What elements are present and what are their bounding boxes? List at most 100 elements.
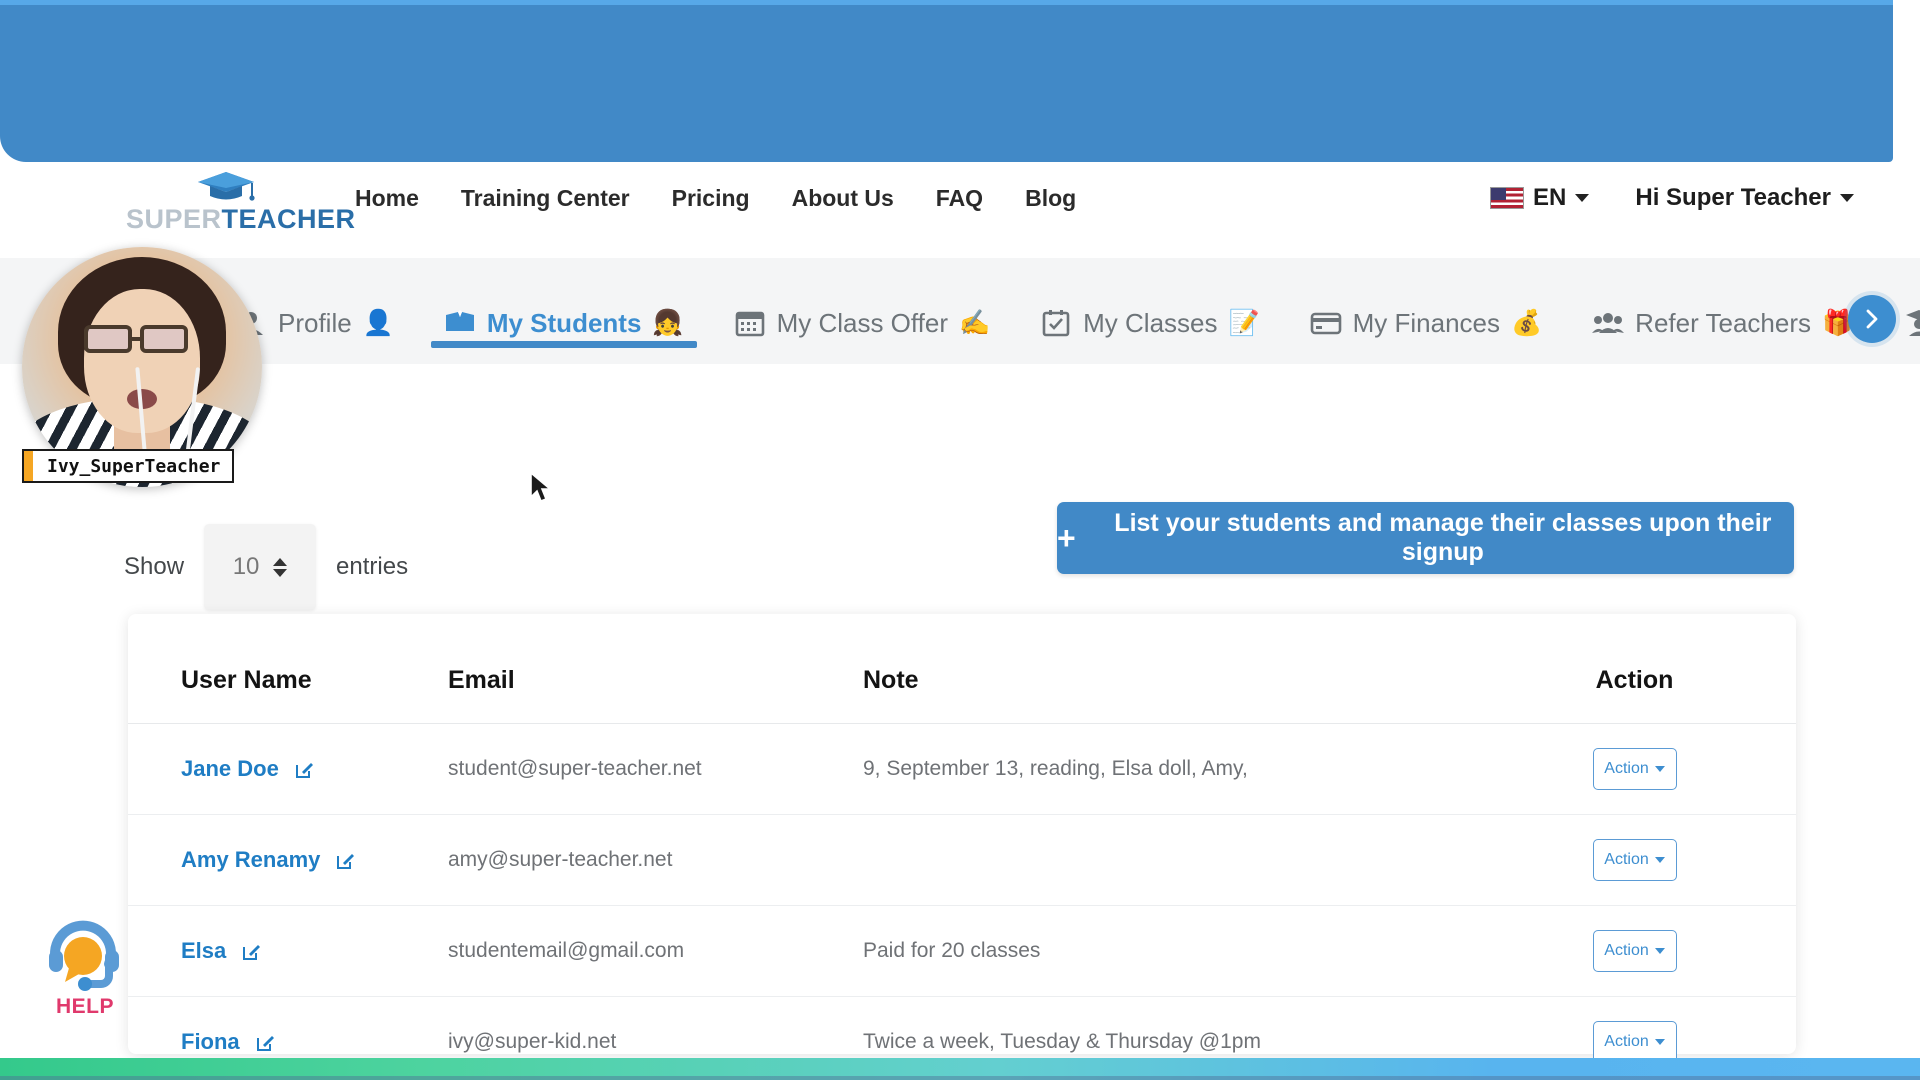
chevron-down-icon <box>1654 766 1665 772</box>
tab-my-students[interactable]: My Students 👧 <box>419 258 709 364</box>
logo-text-super: SUPER <box>126 204 222 234</box>
student-name-link[interactable]: Fiona <box>181 1029 240 1054</box>
webcam-name-text: Ivy_SuperTeacher <box>47 455 221 477</box>
cell-user-name: Jane Doe <box>128 723 448 815</box>
cell-action: Action <box>1473 723 1796 815</box>
tab-my-students-emoji: 👧 <box>652 308 684 337</box>
bottom-bar-edge <box>0 1076 1920 1080</box>
column-header-action: Action <box>1595 666 1674 694</box>
help-widget[interactable]: HELP <box>30 920 140 1019</box>
chevron-right-icon <box>1866 309 1878 329</box>
edit-icon[interactable] <box>336 851 355 870</box>
user-menu[interactable]: Hi Super Teacher <box>1635 184 1854 212</box>
us-flag-icon <box>1490 187 1525 209</box>
logo-text-teacher: TEACHER <box>221 204 356 234</box>
site-logo[interactable]: SUPERTEACHER <box>126 170 355 234</box>
webcam-glasses-right <box>140 325 188 353</box>
entries-per-page-value: 10 <box>232 553 260 580</box>
graduate-user-icon <box>1906 310 1920 336</box>
cell-email: amy@super-teacher.net <box>448 814 863 906</box>
action-dropdown-button[interactable]: Action <box>1592 748 1677 790</box>
webcam-glasses-left <box>84 325 132 353</box>
students-table-body: Jane Doe student@super-teacher.net 9, Se… <box>128 723 1796 1080</box>
tabs-next-arrow-button[interactable] <box>1848 295 1896 343</box>
tab-refer-teachers[interactable]: Refer Teachers 🎁 <box>1567 258 1878 364</box>
list-students-button[interactable]: + List your students and manage their cl… <box>1057 502 1794 574</box>
top-banner <box>0 0 1893 162</box>
table-header-row: User Name Email Note Action <box>128 614 1796 724</box>
student-name-link[interactable]: Elsa <box>181 938 226 963</box>
cell-user-name: Amy Renamy <box>128 814 448 906</box>
students-table: User Name Email Note Action Jane Doe stu… <box>128 614 1796 1080</box>
table-row: Jane Doe student@super-teacher.net 9, Se… <box>128 723 1796 815</box>
action-dropdown-button[interactable]: Action <box>1592 839 1677 881</box>
column-header-user-name: User Name <box>181 666 312 694</box>
chevron-down-icon <box>1575 194 1590 202</box>
tab-my-class-offer[interactable]: My Class Offer ✍ <box>709 258 1016 364</box>
dashboard-tabstrip: Profile 👤 My Students 👧 My Class Offer ✍… <box>0 258 1920 364</box>
nav-link-pricing[interactable]: Pricing <box>672 185 750 212</box>
main-navigation: Home Training Center Pricing About Us FA… <box>355 185 1076 212</box>
tab-my-classes[interactable]: My Classes 📝 <box>1015 258 1285 364</box>
table-row: Amy Renamy amy@super-teacher.net Action <box>128 814 1796 906</box>
students-table-header: User Name Email Note Action <box>128 614 1796 724</box>
language-label: EN <box>1533 184 1567 211</box>
table-row: Elsa studentemail@gmail.com Paid for 20 … <box>128 905 1796 997</box>
nav-link-about-us[interactable]: About Us <box>792 185 894 212</box>
webcam-name-label: Ivy_SuperTeacher <box>22 449 235 483</box>
tab-refer-teachers-label: Refer Teachers <box>1635 307 1812 338</box>
action-dropdown-button[interactable]: Action <box>1592 930 1677 972</box>
student-name-link[interactable]: Amy Renamy <box>181 847 320 872</box>
nav-link-training-center[interactable]: Training Center <box>461 185 630 212</box>
cell-email: studentemail@gmail.com <box>448 905 863 997</box>
tab-my-class-offer-emoji: ✍ <box>959 308 991 337</box>
column-header-note: Note <box>863 666 919 694</box>
nav-link-blog[interactable]: Blog <box>1025 185 1076 212</box>
students-box-icon <box>445 310 474 331</box>
user-menu-label: Hi Super Teacher <box>1635 184 1831 211</box>
plus-icon: + <box>1057 520 1076 556</box>
calendar-icon <box>735 311 764 337</box>
show-entries-prefix: Show <box>124 553 185 580</box>
webcam-glasses-bridge <box>132 337 140 341</box>
action-dropdown-button[interactable]: Action <box>1592 1021 1677 1063</box>
chevron-down-icon <box>1654 1039 1665 1045</box>
edit-icon[interactable] <box>242 942 261 961</box>
tab-my-classes-emoji: 📝 <box>1228 308 1260 337</box>
tab-profile-emoji: 👤 <box>362 308 394 337</box>
people-group-icon <box>1592 313 1625 333</box>
chevron-down-icon <box>1654 857 1665 863</box>
edit-icon[interactable] <box>256 1033 275 1052</box>
student-name-link[interactable]: Jane Doe <box>181 756 279 781</box>
cell-action: Action <box>1473 814 1796 906</box>
tab-my-class-offer-label: My Class Offer <box>776 307 948 338</box>
column-header-email: Email <box>448 666 515 694</box>
tab-my-classes-label: My Classes <box>1083 307 1218 338</box>
headset-help-icon <box>49 920 119 991</box>
tab-profile-label: Profile <box>278 307 352 338</box>
stepper-arrows-icon <box>273 557 288 577</box>
action-button-label: Action <box>1604 851 1649 868</box>
credit-card-icon <box>1310 312 1341 335</box>
chevron-down-icon <box>1840 194 1854 202</box>
header-right-controls: EN Hi Super Teacher <box>1490 184 1854 212</box>
nav-link-home[interactable]: Home <box>355 185 419 212</box>
tab-my-students-label: My Students <box>486 307 642 338</box>
cell-user-name: Elsa <box>128 905 448 997</box>
nav-link-faq[interactable]: FAQ <box>936 185 983 212</box>
language-selector[interactable]: EN <box>1490 184 1590 212</box>
entries-per-page-select[interactable]: 10 <box>204 524 317 610</box>
bottom-gradient-bar <box>0 1058 1920 1080</box>
action-button-label: Action <box>1604 942 1649 959</box>
students-table-card: User Name Email Note Action Jane Doe stu… <box>128 614 1796 1080</box>
cell-note: 9, September 13, reading, Elsa doll, Amy… <box>863 723 1473 815</box>
tab-my-finances[interactable]: My Finances 💰 <box>1285 258 1568 364</box>
cell-action: Action <box>1473 905 1796 997</box>
cell-note: Paid for 20 classes <box>863 905 1473 997</box>
top-banner-edge <box>0 0 1893 5</box>
show-entries-control: Show 10 entries <box>124 524 408 610</box>
app-screen: SUPERTEACHER Home Training Center Pricin… <box>0 0 1920 1080</box>
edit-icon[interactable] <box>295 760 314 779</box>
action-button-label: Action <box>1604 760 1649 777</box>
help-widget-label: HELP <box>55 995 114 1018</box>
